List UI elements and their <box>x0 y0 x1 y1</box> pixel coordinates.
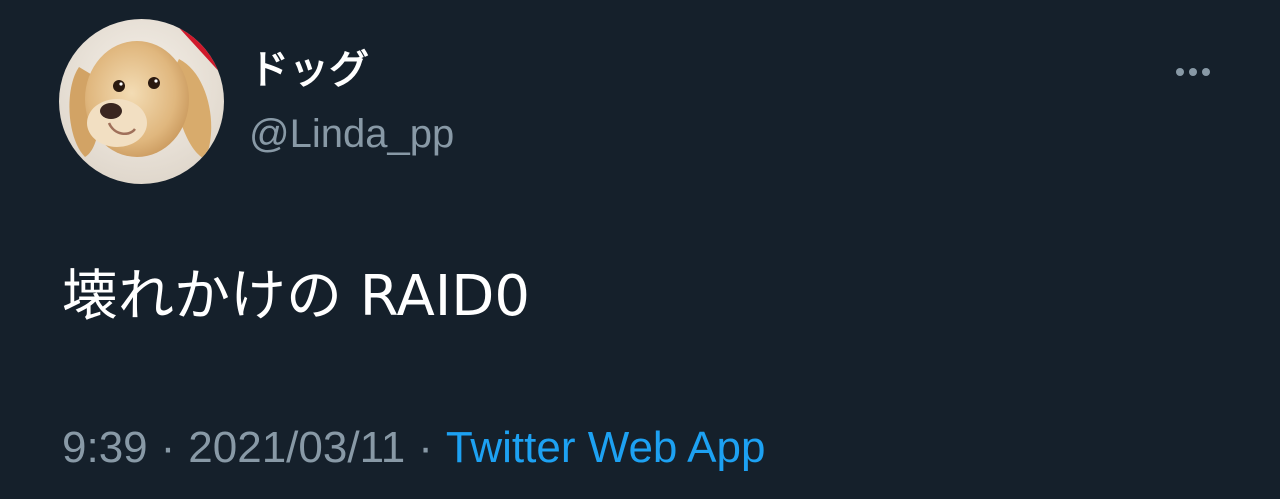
user-handle[interactable]: @Linda_pp <box>249 110 454 158</box>
more-options-button[interactable] <box>1166 55 1220 89</box>
avatar[interactable] <box>59 19 224 184</box>
more-horizontal-icon <box>1202 68 1210 76</box>
tweet-source-link[interactable]: Twitter Web App <box>446 423 766 472</box>
more-horizontal-icon <box>1189 68 1197 76</box>
tweet-card: ドッグ @Linda_pp 壊れかけの RAID0 9:39 · 2021/03/1… <box>0 0 1280 499</box>
tweet-date[interactable]: 2021/03/11 <box>188 423 405 472</box>
more-horizontal-icon <box>1176 68 1184 76</box>
tweet-time[interactable]: 9:39 <box>62 423 148 472</box>
dog-avatar-image <box>59 19 224 184</box>
tweet-meta: 9:39 · 2021/03/11 · Twitter Web App <box>62 420 765 476</box>
meta-separator: · <box>160 423 176 472</box>
meta-separator: · <box>418 423 433 472</box>
display-name[interactable]: ドッグ <box>249 42 369 98</box>
tweet-text: 壊れかけの RAID0 <box>62 264 531 329</box>
